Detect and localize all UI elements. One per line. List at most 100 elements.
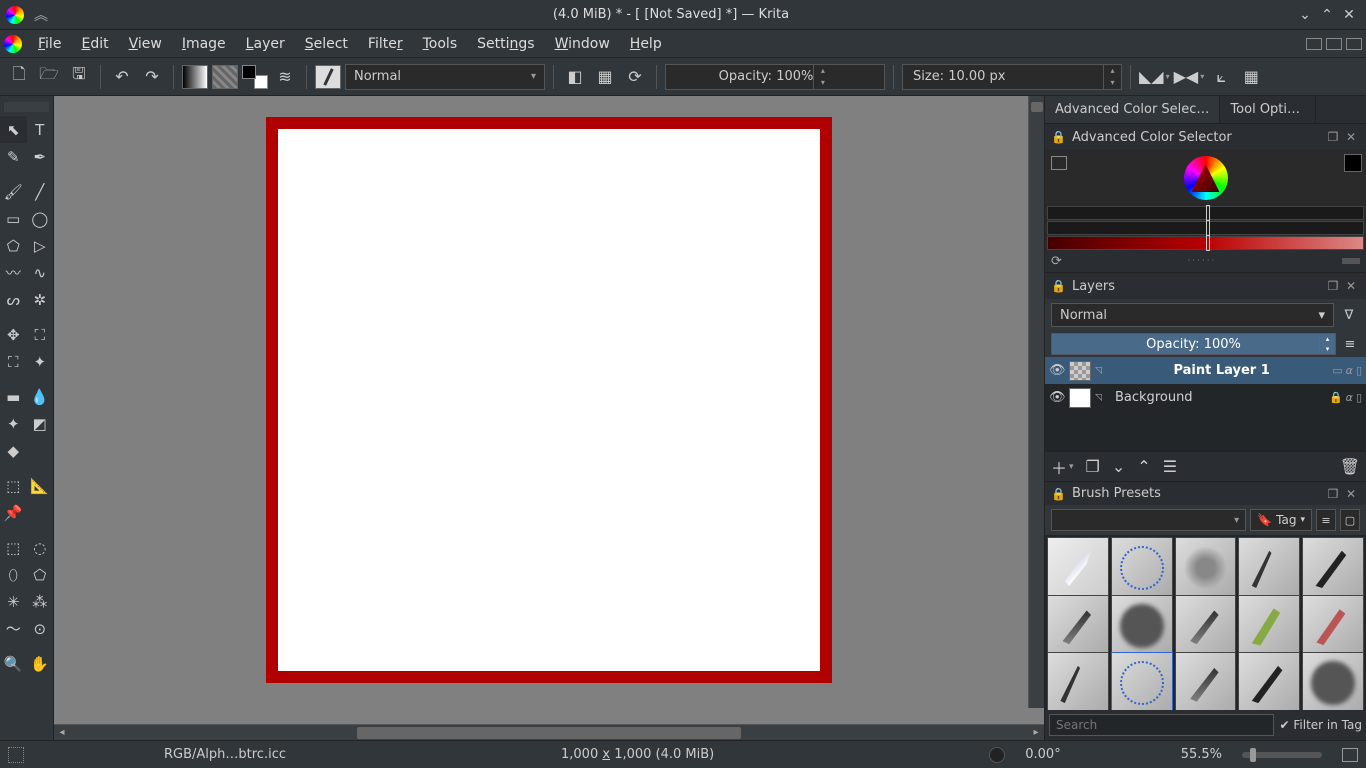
wrap-around-icon[interactable]: ⟀ [1208,64,1234,90]
menu-edit[interactable]: Edit [71,32,118,56]
reload-preset-icon[interactable]: ⟳ [622,64,648,90]
brush-preset[interactable] [1238,595,1300,657]
tool-crop[interactable]: ⛶ [0,348,27,375]
menu-window[interactable]: Window [545,32,620,56]
undo-button[interactable]: ↶ [109,64,135,90]
layer-opacity-slider[interactable]: Opacity: 100%▴▾ [1051,333,1336,355]
float-panel-icon[interactable]: ❐ [1324,130,1342,144]
zoom-fit-icon[interactable] [1342,748,1358,762]
tool-ellipse[interactable]: ◯ [27,205,54,232]
layer-properties-icon[interactable]: ≡ [1340,337,1360,352]
opacity-slider[interactable]: Opacity: 100%▴▾ [665,64,885,90]
open-file-button[interactable]: 🗁 [36,64,62,90]
delete-layer-button[interactable]: 🗑 [1340,457,1360,476]
brush-preset[interactable] [1047,537,1109,599]
brush-preset[interactable] [1302,652,1364,710]
color-shade-strip[interactable] [1047,236,1364,250]
tool-text[interactable]: T [27,116,54,143]
brush-preset[interactable] [1302,595,1364,657]
menu-file[interactable]: File [28,32,71,56]
brush-tag-combo[interactable]: ▾ [1051,509,1246,531]
lock-icon[interactable]: 🔒 [1051,279,1066,293]
canvas-document[interactable] [266,117,832,683]
tool-select-ellipse[interactable]: ◌ [27,534,54,561]
tool-gradient[interactable]: ◩ [27,410,54,437]
layer-filter-icon[interactable]: ∇ [1338,303,1360,327]
brush-tag-button[interactable]: 🔖Tag▾ [1250,509,1312,531]
layer-extra-icon[interactable]: ▯ [1356,364,1362,377]
menu-select[interactable]: Select [295,32,358,56]
visibility-icon[interactable]: 👁 [1049,363,1065,378]
add-layer-button[interactable]: ＋ [1051,455,1067,479]
layer-properties-button[interactable]: ☰ [1163,457,1177,476]
move-layer-up-button[interactable]: ⌃ [1137,457,1150,476]
tool-fill[interactable]: ▬ [0,383,27,410]
brush-preset[interactable] [1238,537,1300,599]
menu-layer[interactable]: Layer [236,32,295,56]
tool-select-rect[interactable]: ⬚ [0,534,27,561]
duplicate-layer-button[interactable]: ❐ [1086,457,1100,476]
tool-line[interactable]: ╱ [27,178,54,205]
tool-move[interactable]: ✥ [0,321,27,348]
tool-multibrush[interactable]: ✲ [27,286,54,313]
brush-view-list-icon[interactable]: ≡ [1316,509,1336,531]
tool-move-layer[interactable]: ✦ [27,348,54,375]
brush-preset[interactable] [1302,537,1364,599]
layer-lock-icon[interactable]: ▭ [1332,364,1342,377]
brush-preset[interactable] [1111,652,1173,710]
tool-dynamic-brush[interactable]: ᔕ [0,286,27,313]
layer-lock-icon[interactable]: 🔒 [1329,391,1343,404]
workspace-button-3[interactable] [1346,38,1362,50]
brush-preset[interactable] [1047,652,1109,710]
menu-image[interactable]: Image [172,32,236,56]
brush-preview[interactable] [315,65,341,89]
menu-view[interactable]: View [119,32,172,56]
lock-icon[interactable]: 🔒 [1051,487,1066,501]
tool-select-similar[interactable]: ⁂ [27,588,54,615]
eraser-toggle-icon[interactable]: ◧ [562,64,588,90]
lock-icon[interactable]: 🔒 [1051,130,1066,144]
brush-preset[interactable] [1175,537,1237,599]
size-slider[interactable]: Size: 10.00 px▴▾ [902,64,1122,90]
brush-preset[interactable] [1175,652,1237,710]
tool-select-magnetic[interactable]: ⊙ [27,615,54,642]
minimize-button[interactable]: ⌄ [1294,7,1316,23]
layers-header[interactable]: 🔒 Layers ❐ ✕ [1045,273,1366,299]
tool-polygon[interactable]: ⬠ [0,232,27,259]
pattern-picker[interactable] [212,65,238,89]
alpha-icon[interactable]: α [1346,364,1353,377]
tool-transform[interactable]: ⬉ [0,116,27,143]
maximize-button[interactable]: ⌃ [1316,7,1338,23]
tab-tool-options[interactable]: Tool Opti… [1220,96,1316,123]
status-zoom[interactable]: 55.5% [1181,747,1222,762]
brush-search-input[interactable] [1049,714,1274,736]
mirror-horizontal-button[interactable]: ◣◢▾ [1139,67,1170,86]
tool-pattern-edit[interactable]: ◆ [0,437,27,464]
selection-mode-icon[interactable] [8,747,24,763]
color-menu-icon[interactable] [1051,156,1067,170]
menu-settings[interactable]: Settings [467,32,544,56]
close-panel-icon[interactable]: ✕ [1342,487,1360,501]
tool-deform[interactable] [27,437,54,464]
brush-preset[interactable] [1047,595,1109,657]
layer-row[interactable]: 👁 ◹ Paint Layer 1 ▭α▯ [1045,357,1366,384]
tool-select-freehand[interactable]: ⬯ [0,561,27,588]
gradient-picker[interactable] [182,65,208,89]
brush-view-grid-icon[interactable]: ▢ [1340,509,1360,531]
color-swatch[interactable] [1344,154,1362,172]
vertical-scrollbar[interactable] [1028,96,1044,708]
app-menu-icon[interactable] [4,35,22,53]
tool-select-bezier[interactable]: 〜 [0,615,27,642]
workspace-button-1[interactable] [1306,38,1322,50]
brush-preset[interactable] [1238,652,1300,710]
close-panel-icon[interactable]: ✕ [1342,279,1360,293]
workspace-chooser-icon[interactable]: ▦ [1238,64,1264,90]
tool-transform-free[interactable]: ⛶ [27,321,54,348]
zoom-slider[interactable] [1242,752,1322,758]
move-layer-down-button[interactable]: ⌄ [1112,457,1125,476]
alpha-lock-icon[interactable]: ▦ [592,64,618,90]
layer-blend-combo[interactable]: Normal▾ [1051,303,1334,327]
tab-color-selector[interactable]: Advanced Color Selec… [1045,96,1220,123]
toolbox-handle[interactable] [4,102,49,112]
status-color-profile[interactable]: RGB/Alph…btrc.icc [164,747,286,762]
